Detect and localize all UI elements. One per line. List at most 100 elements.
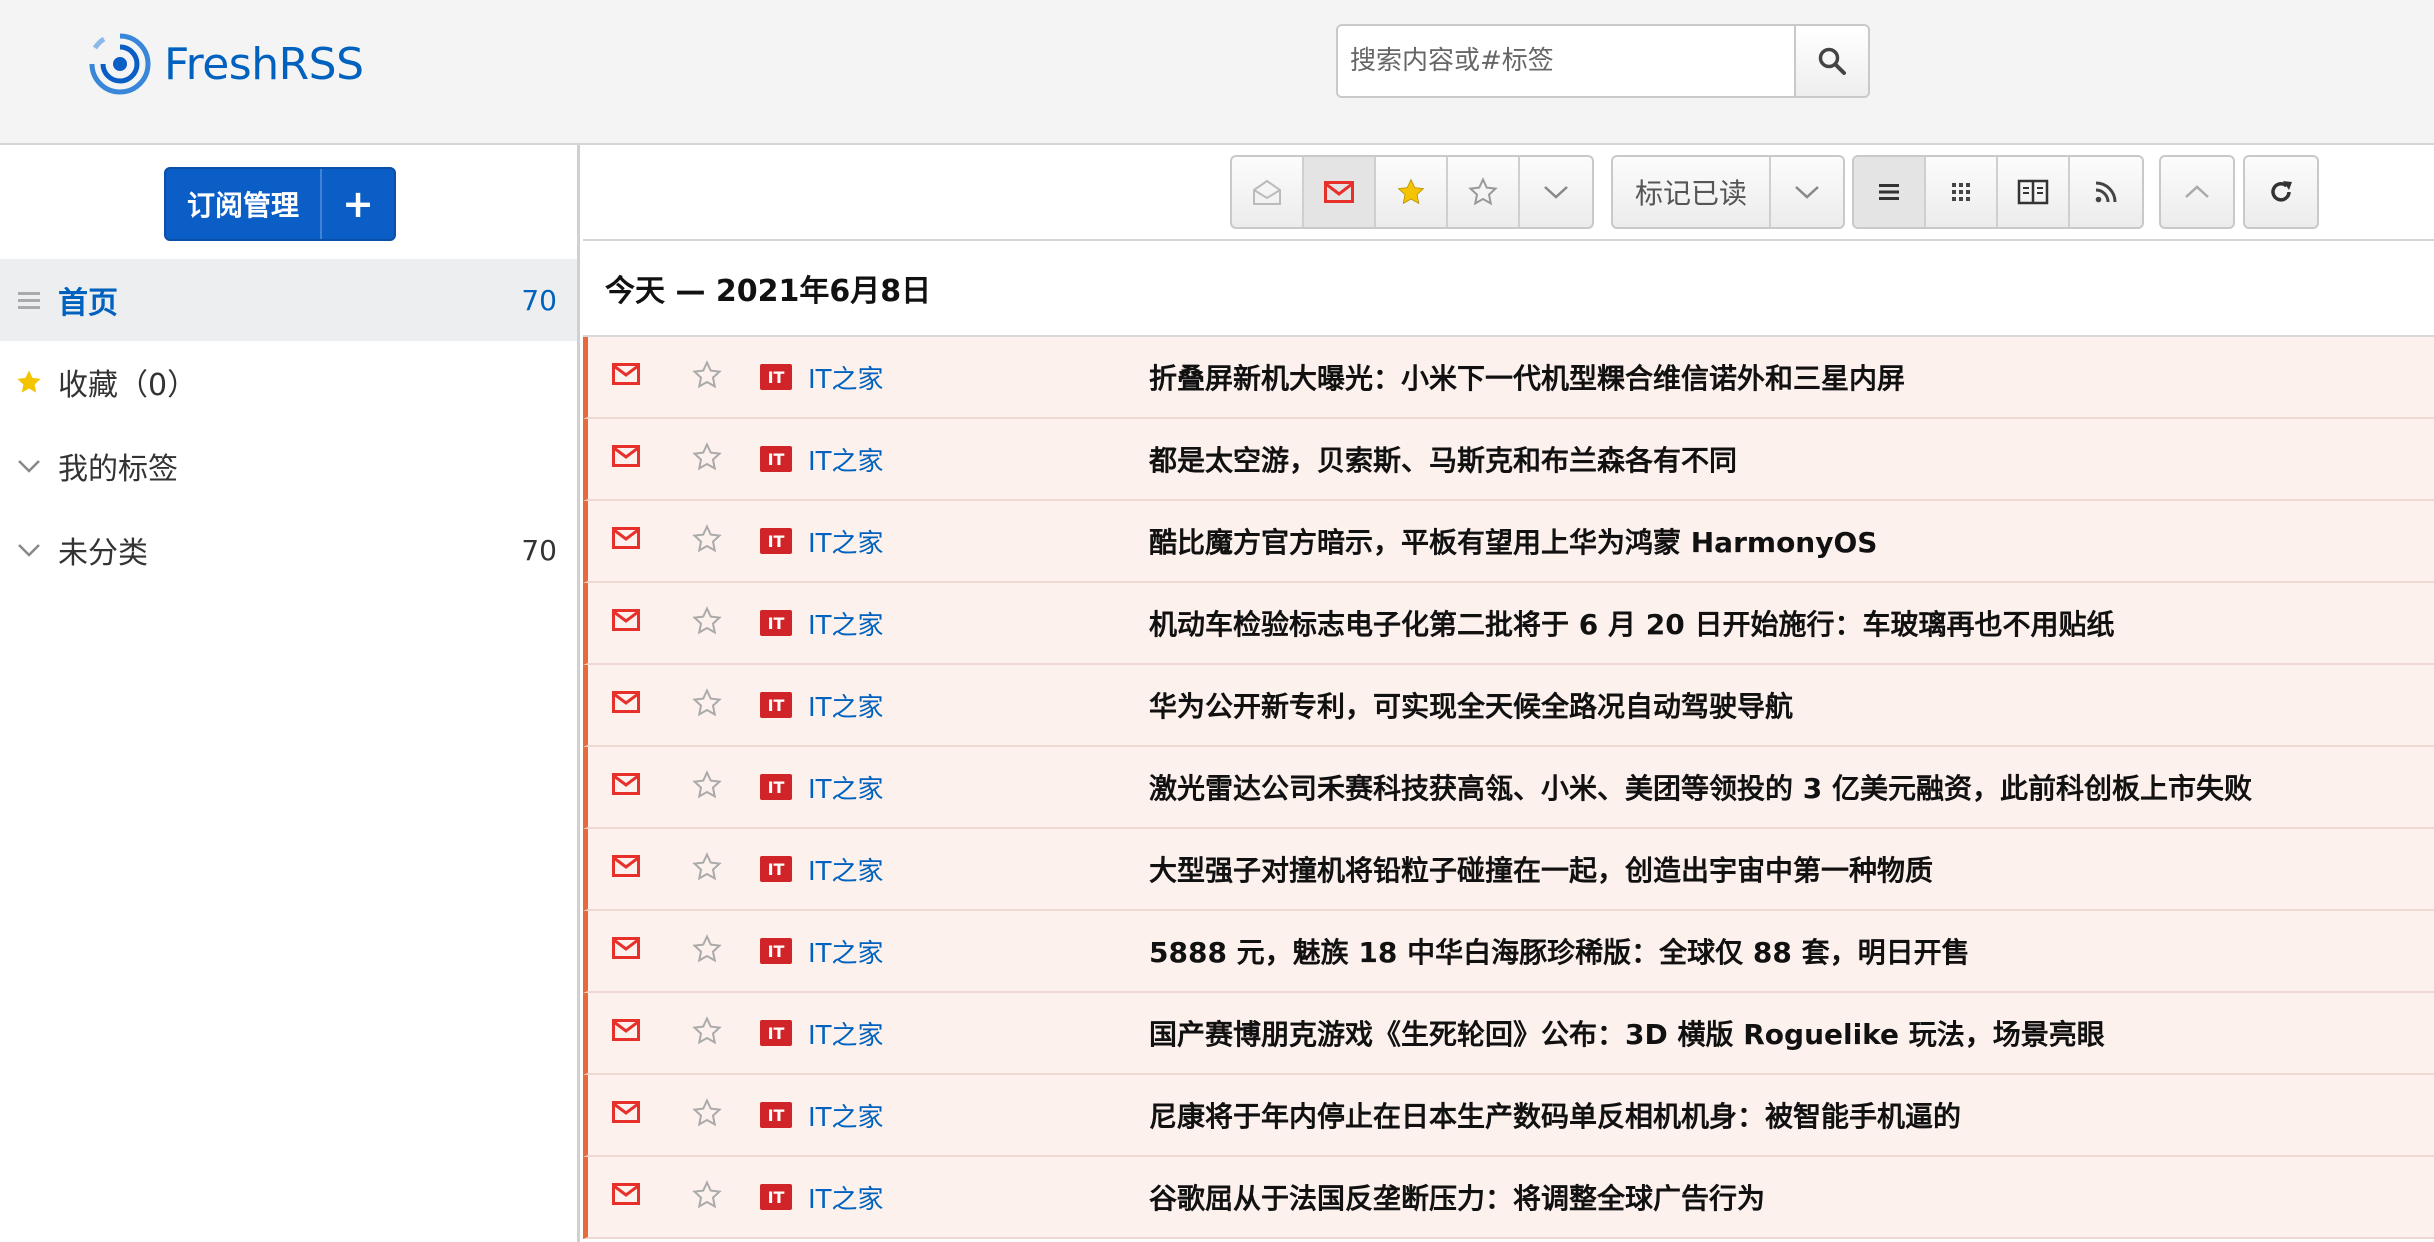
scroll-top-button[interactable] xyxy=(2161,157,2233,227)
feed-name-link[interactable]: IT之家 xyxy=(808,769,884,806)
toolbar: 标记已读 xyxy=(583,145,2434,241)
filter-starred-button[interactable] xyxy=(1376,157,1448,227)
star-toggle[interactable] xyxy=(692,1016,722,1050)
chevron-down-icon xyxy=(18,460,40,473)
refresh-button[interactable] xyxy=(2245,157,2317,227)
envelope-icon xyxy=(612,363,640,385)
sidebar-item-my-tags[interactable]: 我的标签 xyxy=(0,425,577,507)
feed-name-link[interactable]: IT之家 xyxy=(808,687,884,724)
search-icon xyxy=(1818,47,1846,75)
article-row[interactable]: IT IT之家 酷比魔方官方暗示，平板有望用上华为鸿蒙 HarmonyOS xyxy=(583,501,2434,583)
article-title-link[interactable]: 折叠屏新机大曝光：小米下一代机型粿合维信诺外和三星内屏 xyxy=(1149,357,1905,397)
star-toggle[interactable] xyxy=(692,770,722,804)
star-outline-icon xyxy=(692,524,722,553)
envelope-icon xyxy=(612,1101,640,1123)
unread-toggle[interactable] xyxy=(612,445,640,471)
unread-toggle[interactable] xyxy=(612,773,640,799)
unread-toggle[interactable] xyxy=(612,937,640,963)
feed-favicon: IT xyxy=(760,1020,792,1046)
unread-toggle[interactable] xyxy=(612,1019,640,1045)
article-row[interactable]: IT IT之家 5888 元，魅族 18 中华白海豚珍稀版：全球仅 88 套，明… xyxy=(583,911,2434,993)
article-row[interactable]: IT IT之家 大型强子对撞机将铅粒子碰撞在一起，创造出宇宙中第一种物质 xyxy=(583,829,2434,911)
filter-read-button[interactable] xyxy=(1232,157,1304,227)
star-toggle[interactable] xyxy=(692,524,722,558)
drag-handle-icon xyxy=(18,292,40,309)
envelope-icon xyxy=(612,527,640,549)
article-title-link[interactable]: 都是太空游，贝索斯、马斯克和布兰森各有不同 xyxy=(1149,439,1737,479)
search-button[interactable] xyxy=(1794,26,1868,96)
envelope-open-icon xyxy=(1253,179,1281,205)
filter-unread-button[interactable] xyxy=(1304,157,1376,227)
sidebar-item-favorites[interactable]: 收藏（0） xyxy=(0,341,577,423)
article-title-link[interactable]: 激光雷达公司禾赛科技获高瓴、小米、美团等领投的 3 亿美元融资，此前科创板上市失… xyxy=(1149,767,2252,807)
rss-feed-button[interactable] xyxy=(2070,157,2142,227)
article-row[interactable]: IT IT之家 激光雷达公司禾赛科技获高瓴、小米、美团等领投的 3 亿美元融资，… xyxy=(583,747,2434,829)
unread-toggle[interactable] xyxy=(612,691,640,717)
article-title-link[interactable]: 国产赛博朋克游戏《生死轮回》公布：3D 横版 Roguelike 玩法，场景亮眼 xyxy=(1149,1013,2105,1053)
star-toggle[interactable] xyxy=(692,1180,722,1214)
article-row[interactable]: IT IT之家 都是太空游，贝索斯、马斯克和布兰森各有不同 xyxy=(583,419,2434,501)
star-toggle[interactable] xyxy=(692,688,722,722)
search-box xyxy=(1336,24,1870,98)
unread-toggle[interactable] xyxy=(612,1101,640,1127)
date-heading-bar: 今天 — 2021年6月8日 xyxy=(583,241,2434,337)
sidebar-item-home[interactable]: 首页 70 xyxy=(0,259,577,341)
star-toggle[interactable] xyxy=(692,606,722,640)
article-row[interactable]: IT IT之家 国产赛博朋克游戏《生死轮回》公布：3D 横版 Roguelike… xyxy=(583,993,2434,1075)
article-row[interactable]: IT IT之家 折叠屏新机大曝光：小米下一代机型粿合维信诺外和三星内屏 xyxy=(583,337,2434,419)
logo[interactable]: FreshRSS xyxy=(84,28,364,100)
article-title-link[interactable]: 酷比魔方官方暗示，平板有望用上华为鸿蒙 HarmonyOS xyxy=(1149,521,1877,561)
star-outline-icon xyxy=(692,1180,722,1209)
filter-dropdown-button[interactable] xyxy=(1520,157,1592,227)
article-title-link[interactable]: 谷歌屈从于法国反垄断压力：将调整全球广告行为 xyxy=(1149,1177,1765,1217)
global-view-button[interactable] xyxy=(1926,157,1998,227)
article-title-link[interactable]: 尼康将于年内停止在日本生产数码单反相机机身：被智能手机逼的 xyxy=(1149,1095,1961,1135)
mark-read-dropdown-button[interactable] xyxy=(1771,157,1843,227)
add-subscription-button[interactable]: + xyxy=(322,169,394,239)
chevron-down-icon xyxy=(18,544,40,557)
refresh-icon xyxy=(2271,181,2292,202)
subscription-management-button[interactable]: 订阅管理 xyxy=(166,169,322,239)
feed-name-link[interactable]: IT之家 xyxy=(808,1015,884,1052)
star-toggle[interactable] xyxy=(692,1098,722,1132)
mark-read-button[interactable]: 标记已读 xyxy=(1613,157,1771,227)
feed-name-link[interactable]: IT之家 xyxy=(808,1097,884,1134)
search-input[interactable] xyxy=(1338,26,1794,96)
feed-name-link[interactable]: IT之家 xyxy=(808,441,884,478)
sidebar-item-label: 收藏（0） xyxy=(58,368,198,403)
feed-name-link[interactable]: IT之家 xyxy=(808,1179,884,1216)
unread-toggle[interactable] xyxy=(612,1183,640,1209)
feed-favicon: IT xyxy=(760,692,792,718)
unread-toggle[interactable] xyxy=(612,855,640,881)
article-title-link[interactable]: 5888 元，魅族 18 中华白海豚珍稀版：全球仅 88 套，明日开售 xyxy=(1149,931,1970,971)
feed-name-link[interactable]: IT之家 xyxy=(808,605,884,642)
article-title-link[interactable]: 机动车检验标志电子化第二批将于 6 月 20 日开始施行：车玻璃再也不用贴纸 xyxy=(1149,603,2114,643)
book-icon xyxy=(2017,179,2049,205)
star-toggle[interactable] xyxy=(692,442,722,476)
reader-view-button[interactable] xyxy=(1998,157,2070,227)
feed-name-link[interactable]: IT之家 xyxy=(808,359,884,396)
article-title-link[interactable]: 大型强子对撞机将铅粒子碰撞在一起，创造出宇宙中第一种物质 xyxy=(1149,849,1933,889)
article-row[interactable]: IT IT之家 谷歌屈从于法国反垄断压力：将调整全球广告行为 xyxy=(583,1157,2434,1239)
star-toggle[interactable] xyxy=(692,852,722,886)
filter-unstarred-button[interactable] xyxy=(1448,157,1520,227)
star-toggle[interactable] xyxy=(692,934,722,968)
feed-favicon: IT xyxy=(760,1184,792,1210)
feed-name-link[interactable]: IT之家 xyxy=(808,523,884,560)
feed-name-link[interactable]: IT之家 xyxy=(808,933,884,970)
star-toggle[interactable] xyxy=(692,360,722,394)
unread-toggle[interactable] xyxy=(612,609,640,635)
date-heading: 今天 — 2021年6月8日 xyxy=(605,274,932,309)
feed-favicon: IT xyxy=(760,856,792,882)
unread-toggle[interactable] xyxy=(612,527,640,553)
article-title-link[interactable]: 华为公开新专利，可实现全天候全路况自动驾驶导航 xyxy=(1149,685,1793,725)
unread-toggle[interactable] xyxy=(612,363,640,389)
feed-name-link[interactable]: IT之家 xyxy=(808,851,884,888)
normal-view-button[interactable] xyxy=(1854,157,1926,227)
sidebar-item-uncategorized[interactable]: 未分类 70 xyxy=(0,509,577,591)
article-row[interactable]: IT IT之家 尼康将于年内停止在日本生产数码单反相机机身：被智能手机逼的 xyxy=(583,1075,2434,1157)
article-row[interactable]: IT IT之家 机动车检验标志电子化第二批将于 6 月 20 日开始施行：车玻璃… xyxy=(583,583,2434,665)
article-row[interactable]: IT IT之家 华为公开新专利，可实现全天候全路况自动驾驶导航 xyxy=(583,665,2434,747)
star-outline-icon xyxy=(692,852,722,881)
feed-favicon: IT xyxy=(760,1102,792,1128)
